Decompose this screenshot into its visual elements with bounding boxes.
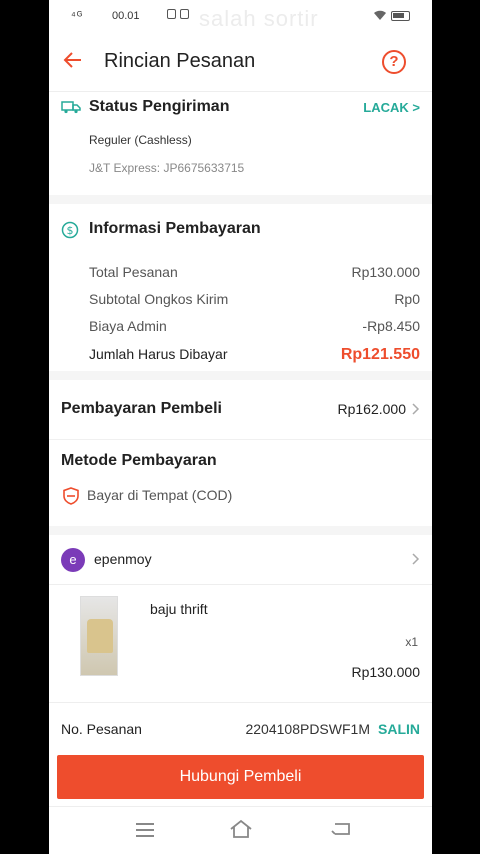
chevron-right-icon <box>412 553 420 565</box>
signal-icon: ⁴ᴳ <box>71 10 84 22</box>
order-number-row: No. Pesanan 2204108PDSWF1M SALIN <box>49 703 432 751</box>
battery-icon <box>391 11 410 21</box>
buyer-payment-row[interactable]: Pembayaran Pembeli Rp162.000 <box>49 380 432 440</box>
copy-button[interactable]: SALIN <box>378 721 420 737</box>
total-label: Jumlah Harus Dibayar <box>89 346 228 362</box>
status-time: 00.01 <box>112 10 140 22</box>
product-thumbnail[interactable] <box>80 596 118 676</box>
back-nav-icon[interactable] <box>331 821 351 837</box>
overlay-text: salah sortir <box>199 6 319 31</box>
page-title: Rincian Pesanan <box>104 50 256 72</box>
buyer-payment-title: Pembayaran Pembeli <box>61 400 222 417</box>
product-name: baju thrift <box>150 601 208 617</box>
back-arrow-icon[interactable] <box>61 48 85 72</box>
page-header: Rincian Pesanan ? <box>49 32 432 92</box>
row-value: Rp130.000 <box>351 264 420 280</box>
status-bar: ⁴ᴳ 00.01 salah sortir <box>49 0 432 32</box>
phone-screen: ⁴ᴳ 00.01 salah sortir Rincian Pesanan ? … <box>49 0 432 854</box>
divider <box>49 526 432 535</box>
row-label: Total Pesanan <box>89 264 178 280</box>
shipping-title: Status Pengiriman <box>89 98 230 115</box>
payment-info-section: $ Informasi Pembayaran Total Pesanan Rp13… <box>49 204 432 371</box>
notification-icon <box>180 9 189 19</box>
home-icon[interactable] <box>229 819 253 839</box>
total-value: Rp121.550 <box>340 346 420 363</box>
row-label: Subtotal Ongkos Kirim <box>89 291 229 307</box>
svg-text:$: $ <box>67 224 74 237</box>
system-nav-bar <box>49 806 432 854</box>
shield-icon <box>63 487 79 505</box>
order-number: 2204108PDSWF1M <box>245 721 370 737</box>
row-label: Biaya Admin <box>89 318 167 334</box>
help-icon[interactable]: ? <box>382 50 406 74</box>
contact-buyer-button[interactable]: Hubungi Pembeli <box>57 755 424 799</box>
track-link[interactable]: LACAK > <box>363 100 420 115</box>
product-qty: x1 <box>405 635 418 649</box>
buyer-payment-amount: Rp162.000 <box>337 401 406 417</box>
avatar: e <box>61 548 85 572</box>
seller-name: epenmoy <box>94 551 152 567</box>
truck-icon <box>61 101 81 114</box>
payment-row: Total Pesanan Rp130.000 <box>89 264 420 280</box>
payment-method-section: Metode Pembayaran Bayar di Tempat (COD) <box>49 440 432 526</box>
order-number-label: No. Pesanan <box>61 721 142 737</box>
wifi-icon <box>374 10 386 20</box>
notification-icons <box>167 9 189 19</box>
shipping-service: Reguler (Cashless) <box>89 133 192 147</box>
tracking-number: J&T Express: JP6675633715 <box>89 161 245 175</box>
divider <box>49 371 432 380</box>
dollar-circle-icon: $ <box>61 221 79 239</box>
seller-row[interactable]: e epenmoy <box>49 535 432 585</box>
payment-method-title: Metode Pembayaran <box>61 452 217 469</box>
row-value: Rp0 <box>394 291 420 307</box>
chevron-right-icon <box>412 403 420 415</box>
product-item[interactable]: baju thrift x1 Rp130.000 <box>49 585 432 703</box>
payment-method-label: Bayar di Tempat (COD) <box>87 487 233 503</box>
row-value: -Rp8.450 <box>362 318 420 334</box>
payment-row: Subtotal Ongkos Kirim Rp0 <box>89 291 420 307</box>
payment-row: Biaya Admin -Rp8.450 <box>89 318 420 334</box>
notification-icon <box>167 9 176 19</box>
menu-icon[interactable] <box>136 823 154 837</box>
payment-total-row: Jumlah Harus Dibayar Rp121.550 <box>89 346 420 364</box>
payment-info-title: Informasi Pembayaran <box>89 220 261 237</box>
shipping-status-section[interactable]: Status Pengiriman LACAK > Reguler (Cashl… <box>49 92 432 195</box>
divider <box>49 195 432 204</box>
product-price: Rp130.000 <box>351 664 420 680</box>
